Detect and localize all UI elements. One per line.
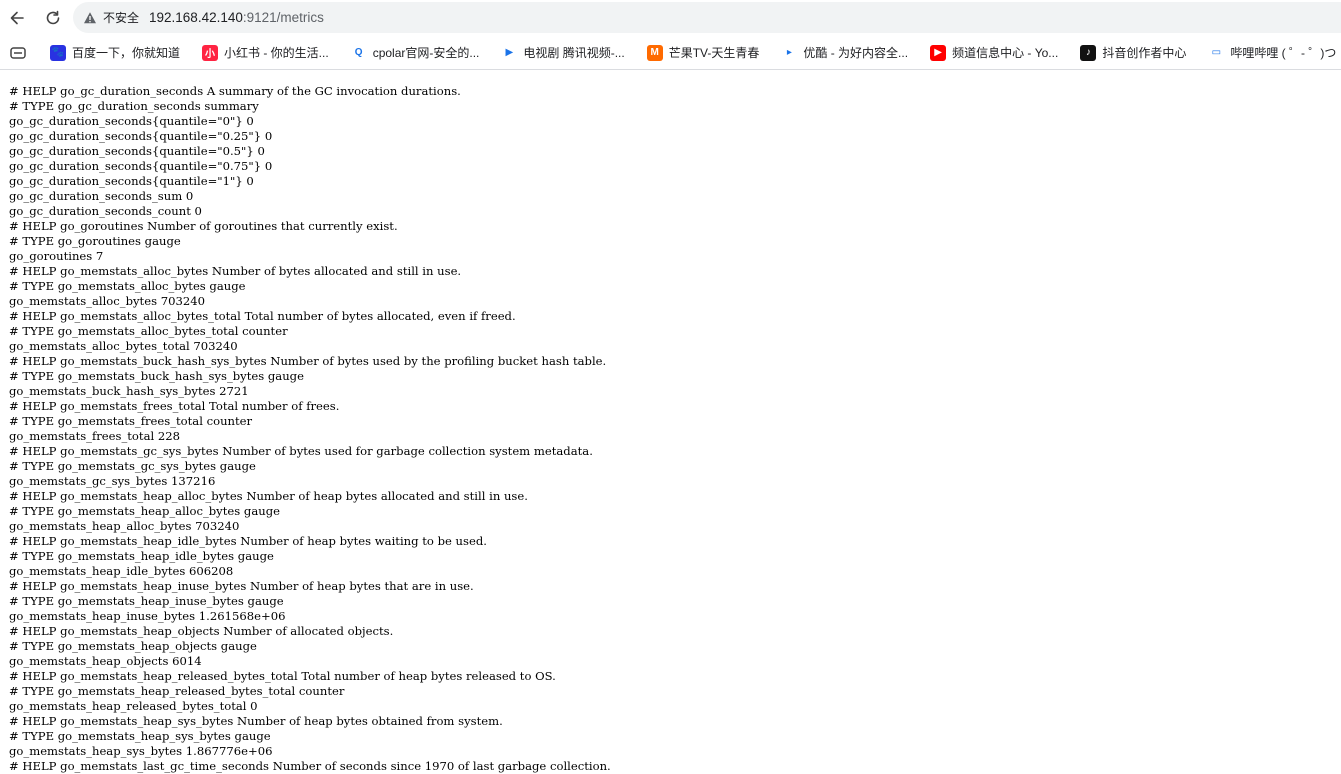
- youku-icon: ▸: [781, 44, 798, 61]
- bookmark-label: 频道信息中心 - Yo...: [952, 46, 1059, 60]
- tab-search-icon[interactable]: [10, 45, 26, 61]
- metric-comment-line: # TYPE go_goroutines gauge: [9, 234, 181, 248]
- metric-comment-line: # HELP go_memstats_last_gc_time_seconds …: [9, 759, 611, 773]
- metric-comment-line: # HELP go_memstats_heap_objects Number o…: [9, 624, 394, 638]
- metric-value-line: go_gc_duration_seconds{quantile="1"} 0: [9, 174, 254, 188]
- metric-value-line: go_memstats_heap_sys_bytes 1.867776e+06: [9, 744, 273, 758]
- metric-comment-line: # TYPE go_memstats_heap_sys_bytes gauge: [9, 729, 271, 743]
- metric-value-line: go_memstats_gc_sys_bytes 137216: [9, 474, 216, 488]
- metric-comment-line: # HELP go_memstats_heap_sys_bytes Number…: [9, 714, 503, 728]
- metric-value-line: go_memstats_heap_released_bytes_total 0: [9, 699, 258, 713]
- bookmark-label: 优酷 - 为好内容全...: [803, 46, 909, 60]
- tencent-video-icon: ▶: [501, 44, 518, 61]
- bookmark-item[interactable]: ▶ 电视剧 腾讯视频-...: [501, 44, 625, 61]
- bookmark-item[interactable]: ▸ 优酷 - 为好内容全...: [781, 44, 908, 61]
- metric-comment-line: # TYPE go_memstats_heap_inuse_bytes gaug…: [9, 594, 284, 608]
- metric-value-line: go_gc_duration_seconds{quantile="0"} 0: [9, 114, 254, 128]
- metric-comment-line: # HELP go_memstats_heap_inuse_bytes Numb…: [9, 579, 474, 593]
- metric-comment-line: # HELP go_memstats_frees_total Total num…: [9, 399, 340, 413]
- metric-comment-line: # TYPE go_memstats_alloc_bytes_total cou…: [9, 324, 288, 338]
- back-arrow-icon[interactable]: [4, 5, 30, 31]
- bookmark-label: 电视剧 腾讯视频-...: [523, 46, 625, 60]
- metric-value-line: go_memstats_heap_objects 6014: [9, 654, 202, 668]
- metric-comment-line: # HELP go_memstats_heap_released_bytes_t…: [9, 669, 556, 683]
- metric-value-line: go_memstats_alloc_bytes_total 703240: [9, 339, 238, 353]
- metric-comment-line: # TYPE go_memstats_heap_objects gauge: [9, 639, 257, 653]
- metrics-text: # HELP go_gc_duration_seconds A summary …: [9, 84, 1334, 774]
- metric-value-line: go_gc_duration_seconds_sum 0: [9, 189, 194, 203]
- metric-comment-line: # HELP go_memstats_gc_sys_bytes Number o…: [9, 444, 593, 458]
- bilibili-icon: ▭: [1208, 44, 1225, 61]
- metric-comment-line: # TYPE go_memstats_gc_sys_bytes gauge: [9, 459, 256, 473]
- metric-comment-line: # HELP go_memstats_heap_alloc_bytes Numb…: [9, 489, 528, 503]
- youtube-icon: ▶: [930, 44, 947, 61]
- bookmark-item[interactable]: ▶ 频道信息中心 - Yo...: [930, 44, 1058, 61]
- metric-value-line: go_gc_duration_seconds{quantile="0.25"} …: [9, 129, 273, 143]
- bookmark-label: cpolar官网-安全的...: [372, 46, 480, 60]
- metric-comment-line: # TYPE go_memstats_heap_released_bytes_t…: [9, 684, 345, 698]
- url-text[interactable]: 192.168.42.140:9121/metrics: [149, 10, 324, 25]
- warning-triangle-icon[interactable]: [83, 11, 97, 25]
- metric-value-line: go_memstats_buck_hash_sys_bytes 2721: [9, 384, 249, 398]
- url-host: 192.168.42.140: [149, 10, 243, 25]
- address-bar[interactable]: 不安全 192.168.42.140:9121/metrics: [73, 2, 1341, 33]
- cpolar-icon: Q: [350, 44, 367, 61]
- reload-icon[interactable]: [40, 5, 66, 31]
- bookmark-item[interactable]: 🐾 百度一下，你就知道: [50, 44, 180, 61]
- metric-comment-line: # HELP go_gc_duration_seconds A summary …: [9, 84, 461, 98]
- metric-comment-line: # TYPE go_memstats_buck_hash_sys_bytes g…: [9, 369, 304, 383]
- metric-comment-line: # HELP go_memstats_heap_idle_bytes Numbe…: [9, 534, 487, 548]
- bookmark-item[interactable]: ▭ 哔哩哔哩 ( ゜- ゜)つ: [1208, 44, 1336, 61]
- url-path: :9121/metrics: [242, 10, 324, 25]
- security-label[interactable]: 不安全: [103, 9, 139, 26]
- metric-value-line: go_gc_duration_seconds_count 0: [9, 204, 202, 218]
- metric-comment-line: # HELP go_goroutines Number of goroutine…: [9, 219, 398, 233]
- metric-value-line: go_memstats_heap_inuse_bytes 1.261568e+0…: [9, 609, 286, 623]
- page-content: # HELP go_gc_duration_seconds A summary …: [9, 84, 1334, 774]
- bookmark-label: 芒果TV-天生青春: [668, 46, 760, 60]
- metric-comment-line: # TYPE go_memstats_heap_idle_bytes gauge: [9, 549, 274, 563]
- metric-value-line: go_memstats_heap_alloc_bytes 703240: [9, 519, 240, 533]
- bookmark-label: 哔哩哔哩 ( ゜- ゜)つ: [1230, 46, 1337, 60]
- mangotv-icon: M: [646, 44, 663, 61]
- metric-value-line: go_memstats_frees_total 228: [9, 429, 181, 443]
- bookmark-item[interactable]: Qcpolar官网-安全的...: [350, 44, 480, 61]
- douyin-icon: ♪: [1080, 44, 1097, 61]
- bookmark-item[interactable]: ♪ 抖音创作者中心: [1080, 44, 1186, 61]
- metric-comment-line: # TYPE go_memstats_heap_alloc_bytes gaug…: [9, 504, 280, 518]
- metric-comment-line: # TYPE go_gc_duration_seconds summary: [9, 99, 259, 113]
- bookmark-item[interactable]: 小小红书 - 你的生活...: [202, 44, 329, 61]
- metric-comment-line: # HELP go_memstats_alloc_bytes_total Tot…: [9, 309, 516, 323]
- metric-value-line: go_gc_duration_seconds{quantile="0.5"} 0: [9, 144, 265, 158]
- xiaohongshu-icon: 小: [202, 44, 219, 61]
- metric-comment-line: # HELP go_memstats_alloc_bytes Number of…: [9, 264, 462, 278]
- bookmark-label: 抖音创作者中心: [1102, 46, 1187, 60]
- bookmark-list: 🐾 百度一下，你就知道 小小红书 - 你的生活... Qcpolar官网-安全的...…: [50, 44, 1341, 61]
- metric-comment-line: # HELP go_memstats_buck_hash_sys_bytes N…: [9, 354, 607, 368]
- metric-comment-line: # TYPE go_memstats_frees_total counter: [9, 414, 253, 428]
- metric-value-line: go_gc_duration_seconds{quantile="0.75"} …: [9, 159, 273, 173]
- bookmark-label: 百度一下，你就知道: [72, 46, 181, 60]
- browser-toolbar: 不安全 192.168.42.140:9121/metrics: [0, 0, 1341, 36]
- bookmarks-bar: 🐾 百度一下，你就知道 小小红书 - 你的生活... Qcpolar官网-安全的...…: [0, 36, 1341, 70]
- metric-value-line: go_memstats_alloc_bytes 703240: [9, 294, 205, 308]
- metric-value-line: go_goroutines 7: [9, 249, 104, 263]
- bookmark-item[interactable]: M 芒果TV-天生青春: [646, 44, 760, 61]
- metric-value-line: go_memstats_heap_idle_bytes 606208: [9, 564, 234, 578]
- metric-comment-line: # TYPE go_memstats_alloc_bytes gauge: [9, 279, 246, 293]
- bookmark-label: 小红书 - 你的生活...: [224, 46, 329, 60]
- baidu-icon: 🐾: [50, 44, 66, 61]
